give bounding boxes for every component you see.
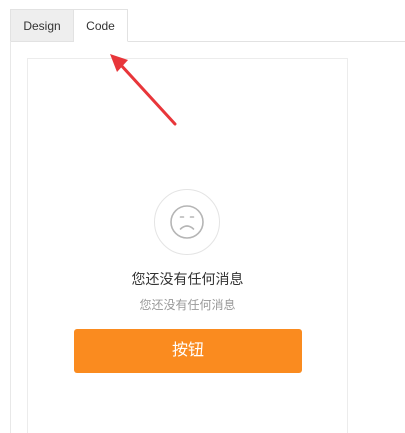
editor-root: Design Code 您还没有任何消息 您还没有任何消息 按钮 <box>0 0 405 433</box>
tab-code[interactable]: Code <box>74 9 128 42</box>
sad-face-icon <box>170 205 204 239</box>
empty-state-title: 您还没有任何消息 <box>131 271 244 287</box>
primary-button[interactable]: 按钮 <box>74 329 302 373</box>
empty-state-subtitle: 您还没有任何消息 <box>139 298 236 312</box>
tab-bar: Design Code <box>10 9 405 42</box>
phone-preview-card: 您还没有任何消息 您还没有任何消息 按钮 <box>27 58 348 433</box>
tab-design[interactable]: Design <box>10 9 74 41</box>
empty-state-icon-circle <box>154 189 220 255</box>
